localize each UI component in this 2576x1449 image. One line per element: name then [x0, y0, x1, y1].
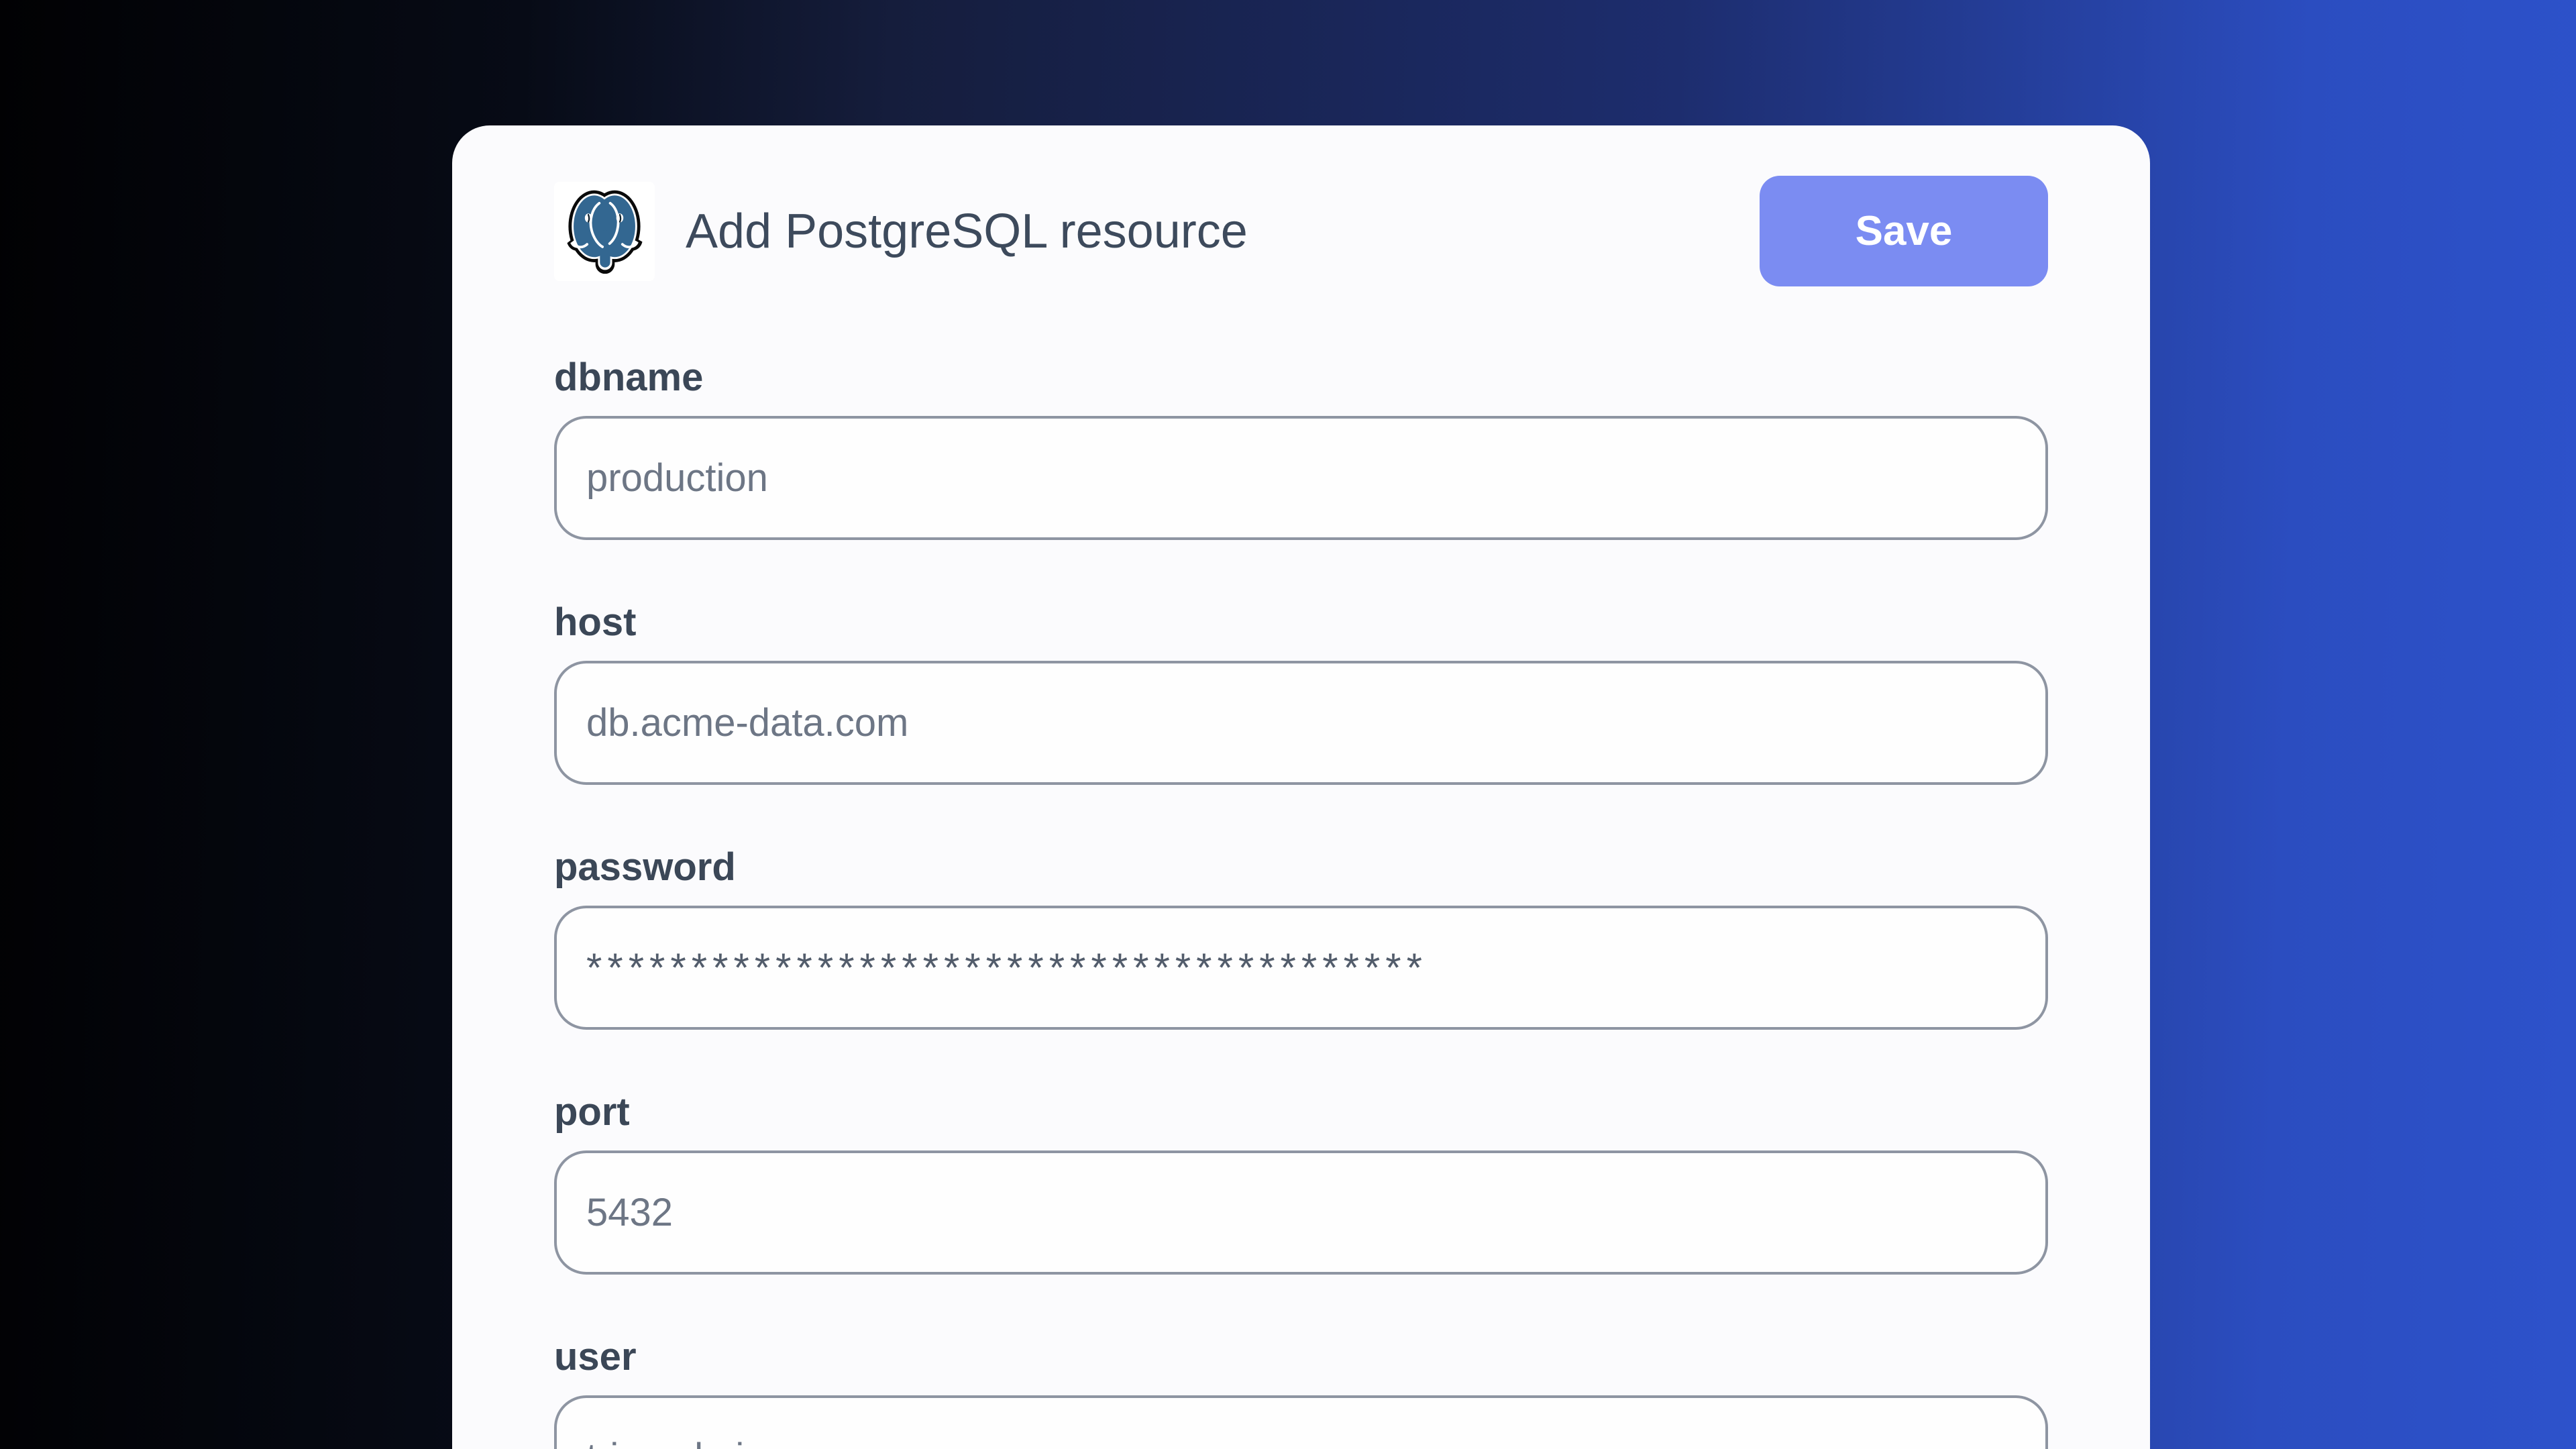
port-input[interactable] [554, 1150, 2048, 1275]
dbname-input[interactable] [554, 416, 2048, 540]
add-resource-card: Add PostgreSQL resource Save dbname host… [452, 125, 2150, 1449]
form-field-user: user [554, 1336, 2048, 1449]
postgresql-elephant-icon [566, 186, 643, 276]
field-label-user: user [554, 1336, 2048, 1378]
host-input[interactable] [554, 661, 2048, 785]
save-button[interactable]: Save [1760, 176, 2048, 286]
field-label-port: port [554, 1091, 2048, 1133]
form-field-password: password [554, 847, 2048, 1030]
password-input[interactable] [554, 906, 2048, 1030]
form-field-port: port [554, 1091, 2048, 1275]
card-header: Add PostgreSQL resource Save [554, 176, 2048, 286]
field-label-dbname: dbname [554, 357, 2048, 398]
user-input[interactable] [554, 1395, 2048, 1449]
page-title: Add PostgreSQL resource [686, 204, 1248, 259]
field-label-password: password [554, 847, 2048, 888]
form-field-dbname: dbname [554, 357, 2048, 540]
postgresql-logo [554, 182, 655, 281]
field-label-host: host [554, 602, 2048, 643]
desktop-background: Add PostgreSQL resource Save dbname host… [0, 0, 2576, 1449]
form-field-host: host [554, 602, 2048, 785]
